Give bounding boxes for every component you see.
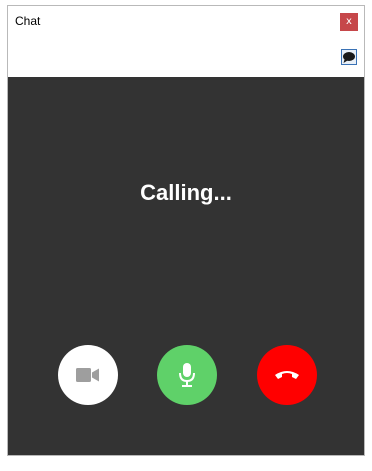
microphone-icon [179, 363, 195, 387]
microphone-toggle-button[interactable] [157, 345, 217, 405]
window-title: Chat [15, 14, 41, 28]
video-toggle-button[interactable] [58, 345, 118, 405]
chat-toggle-button[interactable] [341, 49, 357, 65]
video-camera-icon [76, 368, 99, 382]
call-area: Calling... [8, 77, 364, 455]
chat-window: Chat x Calling... [7, 5, 365, 456]
close-button[interactable]: x [340, 13, 358, 31]
phone-hangup-icon [275, 371, 299, 379]
chat-bubble-icon [343, 52, 355, 63]
call-status: Calling... [140, 180, 232, 205]
hang-up-button[interactable] [257, 345, 317, 405]
title-bar: Chat x [8, 6, 364, 77]
